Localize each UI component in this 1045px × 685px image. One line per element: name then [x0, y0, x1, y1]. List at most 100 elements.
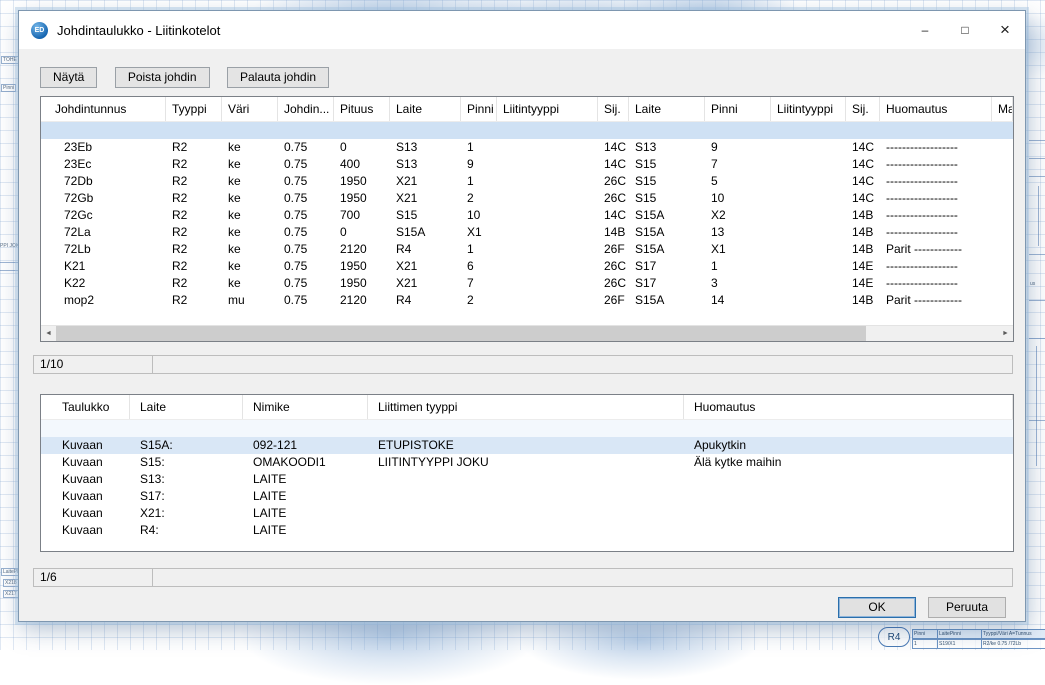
column-header[interactable]: Huomautus — [880, 97, 992, 121]
column-header[interactable]: Huomautus — [684, 395, 1013, 419]
ok-button[interactable]: OK — [838, 597, 916, 618]
table-cell: S17: — [130, 488, 243, 505]
table-cell: 14B — [598, 224, 629, 241]
background-line — [0, 270, 18, 271]
table-row[interactable]: 72LaR2ke0.750S15AX114BS15A1314B---------… — [41, 224, 1013, 241]
minimize-button[interactable]: – — [905, 11, 945, 49]
scroll-left-button[interactable]: ◄ — [41, 326, 56, 341]
column-header[interactable]: Laite — [390, 97, 461, 121]
table-cell: 6 — [461, 258, 497, 275]
column-header[interactable]: Pituus — [334, 97, 390, 121]
selected-empty-row[interactable] — [41, 122, 1013, 139]
table-row[interactable]: mop2R2mu0.752120R4226FS15A1414BParit ---… — [41, 292, 1013, 309]
device-table: TaulukkoLaiteNimikeLiittimen tyyppiHuoma… — [40, 394, 1014, 552]
scrollbar-track[interactable] — [56, 326, 998, 341]
table-cell: ETUPISTOKE — [368, 437, 684, 454]
column-header[interactable]: Pinni — [461, 97, 497, 121]
cancel-button[interactable]: Peruuta — [928, 597, 1006, 618]
table-cell: 0.75 — [278, 190, 334, 207]
table-cell: 0.75 — [278, 292, 334, 309]
table-cell: 14B — [846, 292, 880, 309]
h-scrollbar[interactable]: ◄ ► — [41, 325, 1013, 341]
background-drawing-fragment: TOHE — [1, 56, 19, 64]
table-cell — [771, 275, 846, 292]
mini-table-cell: R2/ke 0.75 /72Lb — [982, 639, 1045, 649]
table-row[interactable]: 72LbR2ke0.752120R4126FS15AX114BParit ---… — [41, 241, 1013, 258]
table-cell: S17 — [629, 258, 705, 275]
table-cell: ------------------ — [880, 258, 992, 275]
column-header[interactable]: Liitintyyppi — [771, 97, 846, 121]
column-header[interactable]: Liittimen tyyppi — [368, 395, 684, 419]
table-cell: K22 — [41, 275, 166, 292]
table-cell: Kuvaan — [41, 437, 130, 454]
table-row[interactable]: KuvaanS15:OMAKOODI1LIITINTYYPPI JOKUÄlä … — [41, 454, 1013, 471]
empty-row[interactable] — [41, 420, 1013, 437]
table-cell: R4: — [130, 522, 243, 539]
column-header[interactable]: Tyyppi — [166, 97, 222, 121]
table-cell: 72Lb — [41, 241, 166, 258]
table-cell: 1950 — [334, 258, 390, 275]
table-row[interactable]: 23EbR2ke0.750S13114CS13914C-------------… — [41, 139, 1013, 156]
table-row[interactable]: KuvaanS13:LAITE — [41, 471, 1013, 488]
table-cell: S15A — [629, 292, 705, 309]
restore-wire-button[interactable]: Palauta johdin — [227, 67, 329, 88]
column-header[interactable]: Sij. — [598, 97, 629, 121]
table-row[interactable]: KuvaanX21:LAITE — [41, 505, 1013, 522]
table-row[interactable]: KuvaanR4:LAITE — [41, 522, 1013, 539]
remove-wire-button[interactable]: Poista johdin — [115, 67, 210, 88]
column-header[interactable]: Johdintunnus — [41, 97, 166, 121]
column-header[interactable]: Sij. — [846, 97, 880, 121]
scroll-right-button[interactable]: ► — [998, 326, 1013, 341]
background-line — [1036, 346, 1037, 466]
table-cell: Kuvaan — [41, 488, 130, 505]
column-header[interactable]: Ma — [992, 97, 1013, 121]
table-cell: S13: — [130, 471, 243, 488]
table-cell: 7 — [461, 275, 497, 292]
table-row[interactable]: 23EcR2ke0.75400S13914CS15714C-----------… — [41, 156, 1013, 173]
table-cell: 14E — [846, 258, 880, 275]
table-row[interactable]: 72GbR2ke0.751950X21226CS151014C---------… — [41, 190, 1013, 207]
column-header[interactable]: Laite — [130, 395, 243, 419]
table-cell: LAITE — [243, 505, 368, 522]
scrollbar-thumb[interactable] — [56, 326, 866, 341]
table-cell: R2 — [166, 190, 222, 207]
table-cell: S13 — [390, 139, 461, 156]
table-cell — [497, 224, 598, 241]
table-row[interactable]: K22R2ke0.751950X21726CS17314E-----------… — [41, 275, 1013, 292]
statusbar-filler — [153, 568, 1013, 587]
table-cell: 1 — [461, 173, 497, 190]
table-cell: ke — [222, 173, 278, 190]
table-cell: 3 — [705, 275, 771, 292]
table-row[interactable]: 72DbR2ke0.751950X21126CS15514C----------… — [41, 173, 1013, 190]
table-cell: 9 — [461, 156, 497, 173]
table-cell: K21 — [41, 258, 166, 275]
column-header[interactable]: Liitintyyppi — [497, 97, 598, 121]
table-cell: 72Gc — [41, 207, 166, 224]
mini-table-header: Pinni — [912, 629, 938, 639]
table-row[interactable]: KuvaanS17:LAITE — [41, 488, 1013, 505]
close-button[interactable]: × — [985, 11, 1025, 49]
column-header[interactable]: Nimike — [243, 395, 368, 419]
column-header[interactable]: Johdin... — [278, 97, 334, 121]
column-header[interactable]: Pinni — [705, 97, 771, 121]
table-cell: ------------------ — [880, 224, 992, 241]
maximize-button[interactable]: □ — [945, 11, 985, 49]
table-row[interactable]: 72GcR2ke0.75700S151014CS15AX214B--------… — [41, 207, 1013, 224]
table-cell: 1 — [461, 241, 497, 258]
table-cell: OMAKOODI1 — [243, 454, 368, 471]
table-cell — [771, 156, 846, 173]
column-header[interactable]: Väri — [222, 97, 278, 121]
table-cell: S15A — [629, 207, 705, 224]
table-cell: R4 — [390, 241, 461, 258]
table-cell — [497, 190, 598, 207]
table-cell: S15 — [629, 190, 705, 207]
table-row[interactable]: KuvaanS15A:092-121ETUPISTOKEApukytkin — [41, 437, 1013, 454]
column-header[interactable]: Taulukko — [41, 395, 130, 419]
titlebar[interactable]: ED Johdintaulukko - Liitinkotelot – □ × — [19, 11, 1025, 49]
table-cell: 1 — [461, 139, 497, 156]
table-row[interactable]: K21R2ke0.751950X21626CS17114E-----------… — [41, 258, 1013, 275]
table-cell: 0 — [334, 224, 390, 241]
show-button[interactable]: Näytä — [40, 67, 97, 88]
column-header[interactable]: Laite — [629, 97, 705, 121]
table-cell: S15A — [629, 224, 705, 241]
